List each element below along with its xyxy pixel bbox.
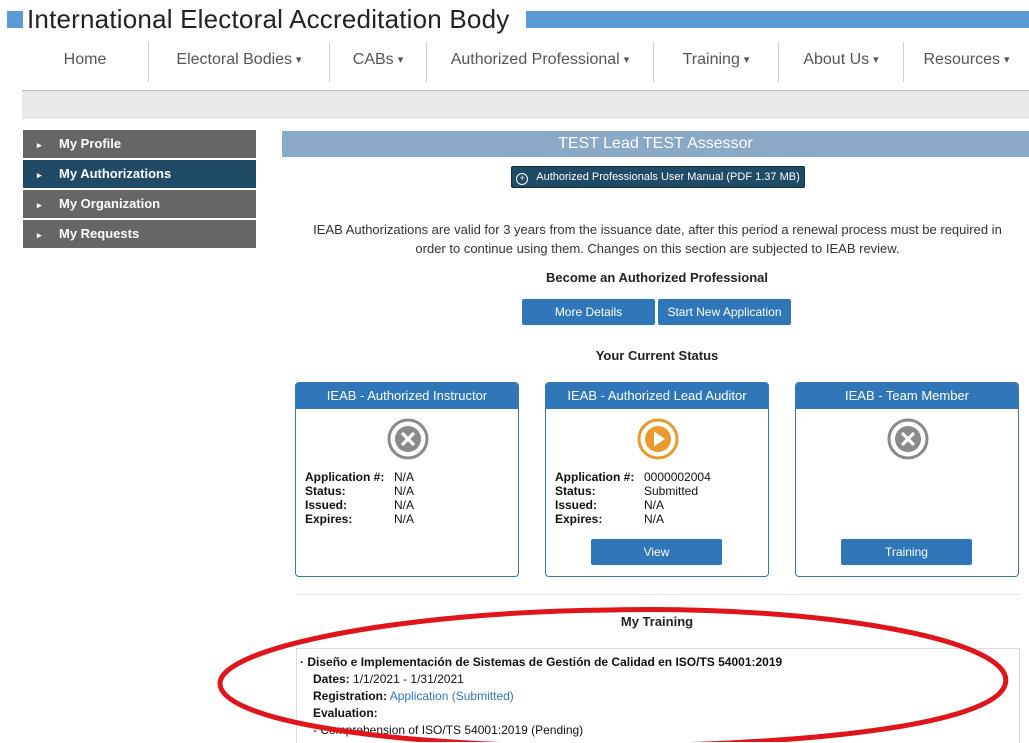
training-evaluation-label: Evaluation: [313,706,378,720]
nav-authorized-professional[interactable]: Authorized Professional ▾ [427,38,653,82]
card-details: Application #: N/A Status: N/A Issued: N/A … [305,470,415,526]
chevron-down-icon: ▾ [397,54,404,66]
card-title: IEAB - Authorized Lead Auditor [546,383,768,409]
caret-right-icon: ▸ [37,200,42,210]
caret-right-icon: ▸ [37,140,42,150]
nav-cabs[interactable]: CABs ▾ [330,38,426,82]
training-dates: Dates: 1/1/2021 - 1/31/2021 [313,672,464,686]
nav-about-us[interactable]: About Us ▾ [779,38,903,82]
brand-square [7,11,23,28]
become-heading: Become an Authorized Professional [545,270,768,285]
card-details: Application #: 0000002004 Status: Submitte… [555,470,711,526]
nav-training[interactable]: Training ▾ [654,38,778,82]
user-manual-button[interactable]: + Authorized Professionals User Manual (P… [511,166,805,188]
caret-right-icon: ▸ [37,170,42,180]
status-card-instructor: IEAB - Authorized Instructor Application… [295,382,519,577]
x-circle-icon [387,418,429,460]
training-evaluation-item: - Comprehension of ISO/TS 54001:2019 (Pe… [313,723,584,737]
sidebar-item-my-organization[interactable]: ▸ My Organization [23,190,256,218]
nav-resources[interactable]: Resources ▾ [904,38,1029,82]
caret-right-icon: ▸ [37,230,42,240]
training-button[interactable]: Training [841,539,972,565]
chevron-down-icon: ▾ [623,54,630,66]
authorization-notice: IEAB Authorizations are valid for 3 year… [313,222,1002,256]
chevron-down-icon: ▾ [743,54,750,66]
card-title: IEAB - Team Member [796,383,1018,409]
page-title: TEST Lead TEST Assessor [282,131,1029,157]
x-circle-icon [887,418,929,460]
download-circle-icon: + [516,173,529,185]
sub-nav-strip [22,91,1029,119]
nav-home[interactable]: Home [22,38,148,82]
status-card-lead-auditor: IEAB - Authorized Lead Auditor Applicati… [545,382,769,577]
training-course-title: · Diseño e Implementación de Sistemas de… [300,655,783,669]
sidebar-item-my-requests[interactable]: ▸ My Requests [23,220,256,248]
status-card-team-member: IEAB - Team Member Training [795,382,1019,577]
chevron-down-icon: ▾ [1003,54,1010,66]
registration-link[interactable]: Application (Submitted) [390,689,514,703]
training-registration: Registration: Application (Submitted) [313,689,514,703]
sidebar-item-my-profile[interactable]: ▸ My Profile [23,130,256,158]
play-circle-icon [637,418,679,460]
nav-electoral-bodies[interactable]: Electoral Bodies ▾ [149,38,329,82]
my-training-heading: My Training [620,614,694,629]
divider [296,594,1019,595]
main-nav: Home Electoral Bodies ▾ CABs ▾ Authorized … [22,38,1029,91]
chevron-down-icon: ▾ [873,54,879,66]
chevron-down-icon: ▾ [296,54,302,66]
status-heading: Your Current Status [595,348,719,363]
card-title: IEAB - Authorized Instructor [296,383,518,409]
sidebar-item-my-authorizations[interactable]: ▸ My Authorizations [23,160,256,188]
site-title: International Electoral Accreditation Bo… [27,4,510,34]
more-details-button[interactable]: More Details [522,299,655,325]
start-new-application-button[interactable]: Start New Application [658,299,791,325]
view-button[interactable]: View [591,539,722,565]
header-bar [526,11,1029,28]
